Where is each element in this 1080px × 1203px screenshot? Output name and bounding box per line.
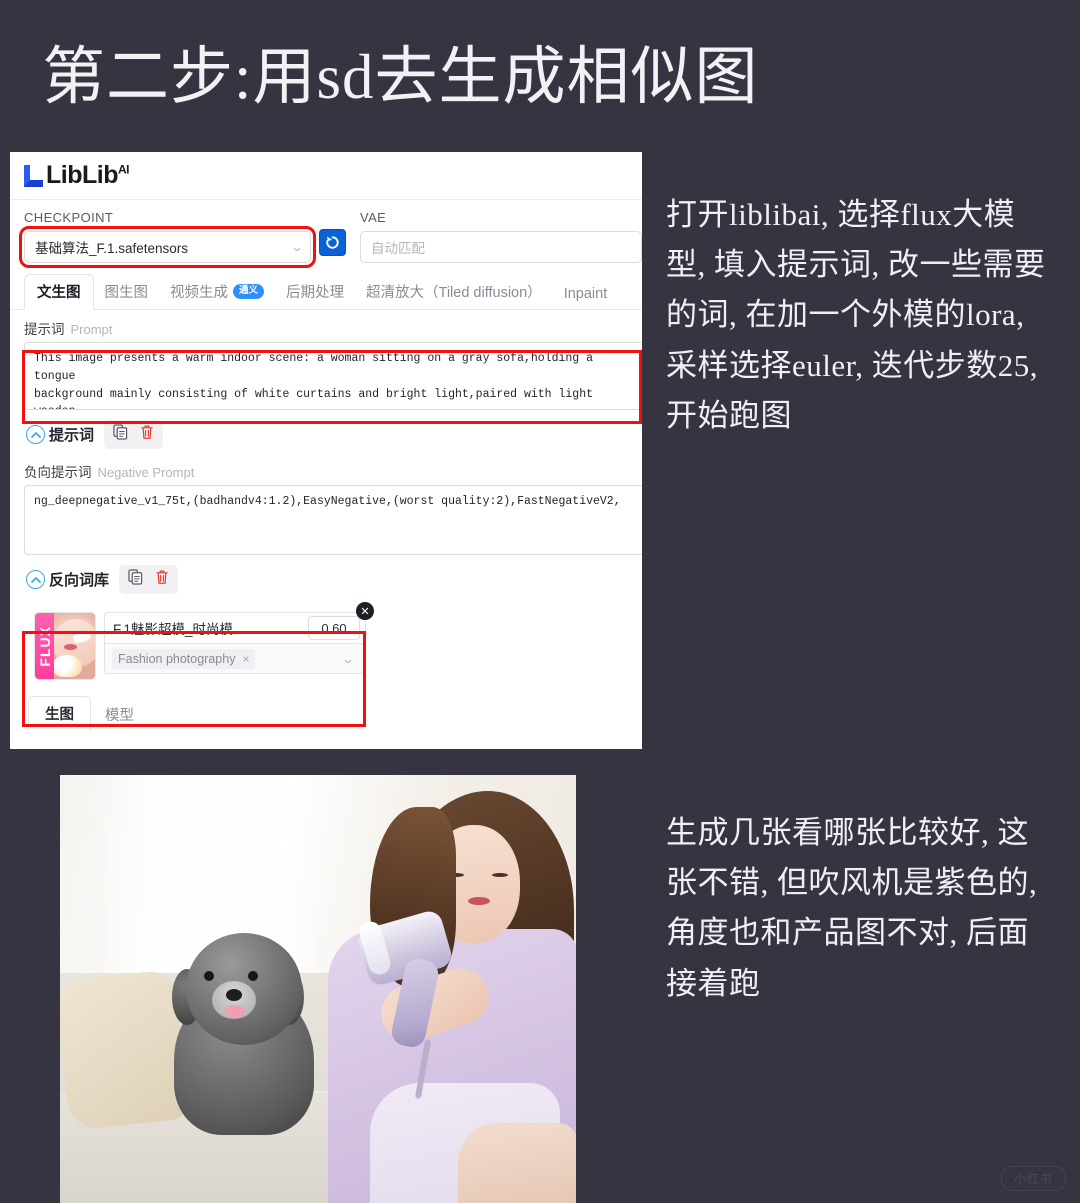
lora-thumb-flower	[52, 655, 82, 677]
prompt-textarea[interactable]: This image presents a warm indoor scene:…	[24, 342, 642, 410]
chevron-up-circle-icon[interactable]	[26, 425, 45, 444]
vae-field: VAE 自动匹配	[352, 210, 642, 263]
main-tab-bar: 文生图 图生图 视频生成 通义 后期处理 超清放大（Tiled diffusio…	[10, 274, 642, 310]
chevron-up-circle-icon[interactable]	[26, 570, 45, 589]
lora-card[interactable]: FLUX F.1魅影超模_时尚模… 0.60 Fashion photograp…	[34, 602, 374, 680]
lora-body: F.1魅影超模_时尚模… 0.60 Fashion photography × …	[104, 612, 366, 680]
checkpoint-select[interactable]: 基础算法_F.1.safetensors ⌄	[19, 226, 316, 268]
vae-select[interactable]: 自动匹配	[360, 231, 642, 263]
bottom-tab-bar: 生图 模型	[10, 696, 642, 731]
negative-prompt-textarea[interactable]: ng_deepnegative_v1_75t,(badhandv4:1.2),E…	[24, 485, 642, 555]
tab-tiled-diffusion[interactable]: 超清放大（Tiled diffusion）	[355, 281, 553, 309]
lora-trigger-text: Fashion photography	[118, 651, 236, 666]
chevron-down-icon[interactable]: ⌄	[341, 652, 355, 666]
refresh-icon	[326, 236, 339, 249]
lora-thumb-lip	[64, 644, 77, 650]
liblib-logo-icon	[22, 164, 44, 188]
tab-label: 文生图	[37, 285, 81, 301]
checkpoint-field: CHECKPOINT 基础算法_F.1.safetensors ⌄	[10, 210, 316, 268]
lora-thumb-badge-text: FLUX	[36, 625, 53, 667]
tab-post-processing[interactable]: 后期处理	[275, 281, 355, 309]
checkpoint-value: 基础算法_F.1.safetensors	[35, 241, 189, 256]
negative-prompt-label-cn: 负向提示词	[24, 465, 92, 480]
prompt-toolbar-title: 提示词	[49, 427, 95, 444]
liblib-logo-text: LibLibAI	[46, 161, 130, 189]
liblib-app-panel: LibLibAI CHECKPOINT 基础算法_F.1.safetensors…	[10, 152, 642, 749]
tab-label: Inpaint	[563, 286, 608, 302]
app-header: LibLibAI	[10, 152, 642, 200]
poodle-eye-left	[204, 971, 214, 981]
tab-label: 图生图	[104, 285, 149, 301]
negative-prompt-label-en: Negative Prompt	[97, 465, 195, 480]
woman-legs	[458, 1123, 576, 1203]
tab-label: 视频生成	[170, 285, 228, 301]
tab-text-to-image[interactable]: 文生图	[24, 274, 94, 310]
lora-name-row: F.1魅影超模_时尚模… 0.60	[104, 612, 366, 644]
lora-trigger-row: Fashion photography × ⌄	[104, 644, 366, 674]
copy-icon[interactable]	[128, 569, 143, 590]
refresh-button[interactable]	[319, 229, 346, 256]
page-title: 第二步:用sd去生成相似图	[42, 42, 759, 112]
lora-zone: FLUX F.1魅影超模_时尚模… 0.60 Fashion photograp…	[26, 602, 374, 688]
poodle-tongue	[225, 1005, 245, 1018]
negative-actions	[119, 565, 179, 594]
poster-root: 第二步:用sd去生成相似图 LibLibAI CHECKPOINT 基础算法_F…	[0, 0, 1080, 1203]
tab-image-to-image[interactable]: 图生图	[94, 281, 160, 309]
vae-label: VAE	[360, 210, 387, 225]
bottom-tab-generate[interactable]: 生图	[28, 696, 91, 731]
liblib-logo-superscript: AI	[117, 162, 130, 177]
checkpoint-label: CHECKPOINT	[24, 210, 114, 225]
negative-prompt-toolbar: 反向词库	[10, 555, 642, 598]
copy-icon[interactable]	[113, 424, 128, 445]
prompt-actions	[104, 420, 164, 449]
prompt-toolbar: 提示词	[10, 410, 642, 453]
note-result-description: 生成几张看哪张比较好, 这张不错, 但吹风机是紫色的, 角度也和产品图不对, 后…	[666, 815, 1038, 1001]
lora-weight-input[interactable]: 0.60	[308, 616, 360, 640]
photo-woman	[316, 781, 576, 1203]
vae-group: VAE 自动匹配	[311, 210, 642, 263]
lora-thumbnail[interactable]: FLUX	[34, 612, 96, 680]
lora-remove-button[interactable]: ✕	[356, 602, 374, 620]
woman-eye-right	[492, 873, 508, 877]
tab-label: 超清放大（Tiled diffusion）	[366, 285, 542, 301]
hair-dryer	[355, 908, 478, 1100]
bottom-tab-model[interactable]: 模型	[91, 704, 148, 731]
prompt-label-en: Prompt	[70, 322, 113, 337]
negative-section-title[interactable]: 反向词库	[26, 569, 109, 590]
poodle-eye-right	[248, 971, 258, 981]
vae-placeholder: 自动匹配	[371, 241, 425, 256]
tab-inpaint[interactable]: Inpaint	[553, 286, 619, 309]
photo-poodle	[168, 925, 320, 1135]
negative-toolbar-title: 反向词库	[49, 572, 110, 589]
trash-icon[interactable]	[140, 424, 154, 445]
prompt-label-cn: 提示词	[24, 322, 65, 337]
prompt-section-title[interactable]: 提示词	[26, 424, 94, 445]
lora-thumb-badge: FLUX	[35, 613, 54, 679]
tab-label: 后期处理	[286, 285, 345, 301]
lora-trigger-chip[interactable]: Fashion photography ×	[112, 648, 256, 669]
negative-prompt-label: 负向提示词 Negative Prompt	[10, 453, 642, 485]
generated-result-photo	[60, 775, 576, 1203]
woman-lips	[468, 897, 490, 905]
note-step-description: 打开liblibai, 选择flux大模型, 填入提示词, 改一些需要的词, 在…	[666, 197, 1046, 433]
tab-video-generation[interactable]: 视频生成 通义	[159, 281, 275, 309]
lora-name: F.1魅影超模_时尚模…	[113, 622, 247, 637]
close-icon[interactable]: ×	[242, 652, 249, 666]
liblib-logo[interactable]: LibLibAI	[22, 163, 129, 188]
model-selector-row: CHECKPOINT 基础算法_F.1.safetensors ⌄ VAE 自动	[10, 200, 642, 268]
poodle-nose	[226, 989, 242, 1001]
watermark: 小红书	[1000, 1166, 1066, 1191]
trash-icon[interactable]	[155, 569, 169, 590]
chevron-down-icon: ⌄	[289, 240, 305, 254]
prompt-label: 提示词 Prompt	[10, 310, 642, 342]
tongyi-badge: 通义	[233, 284, 265, 299]
